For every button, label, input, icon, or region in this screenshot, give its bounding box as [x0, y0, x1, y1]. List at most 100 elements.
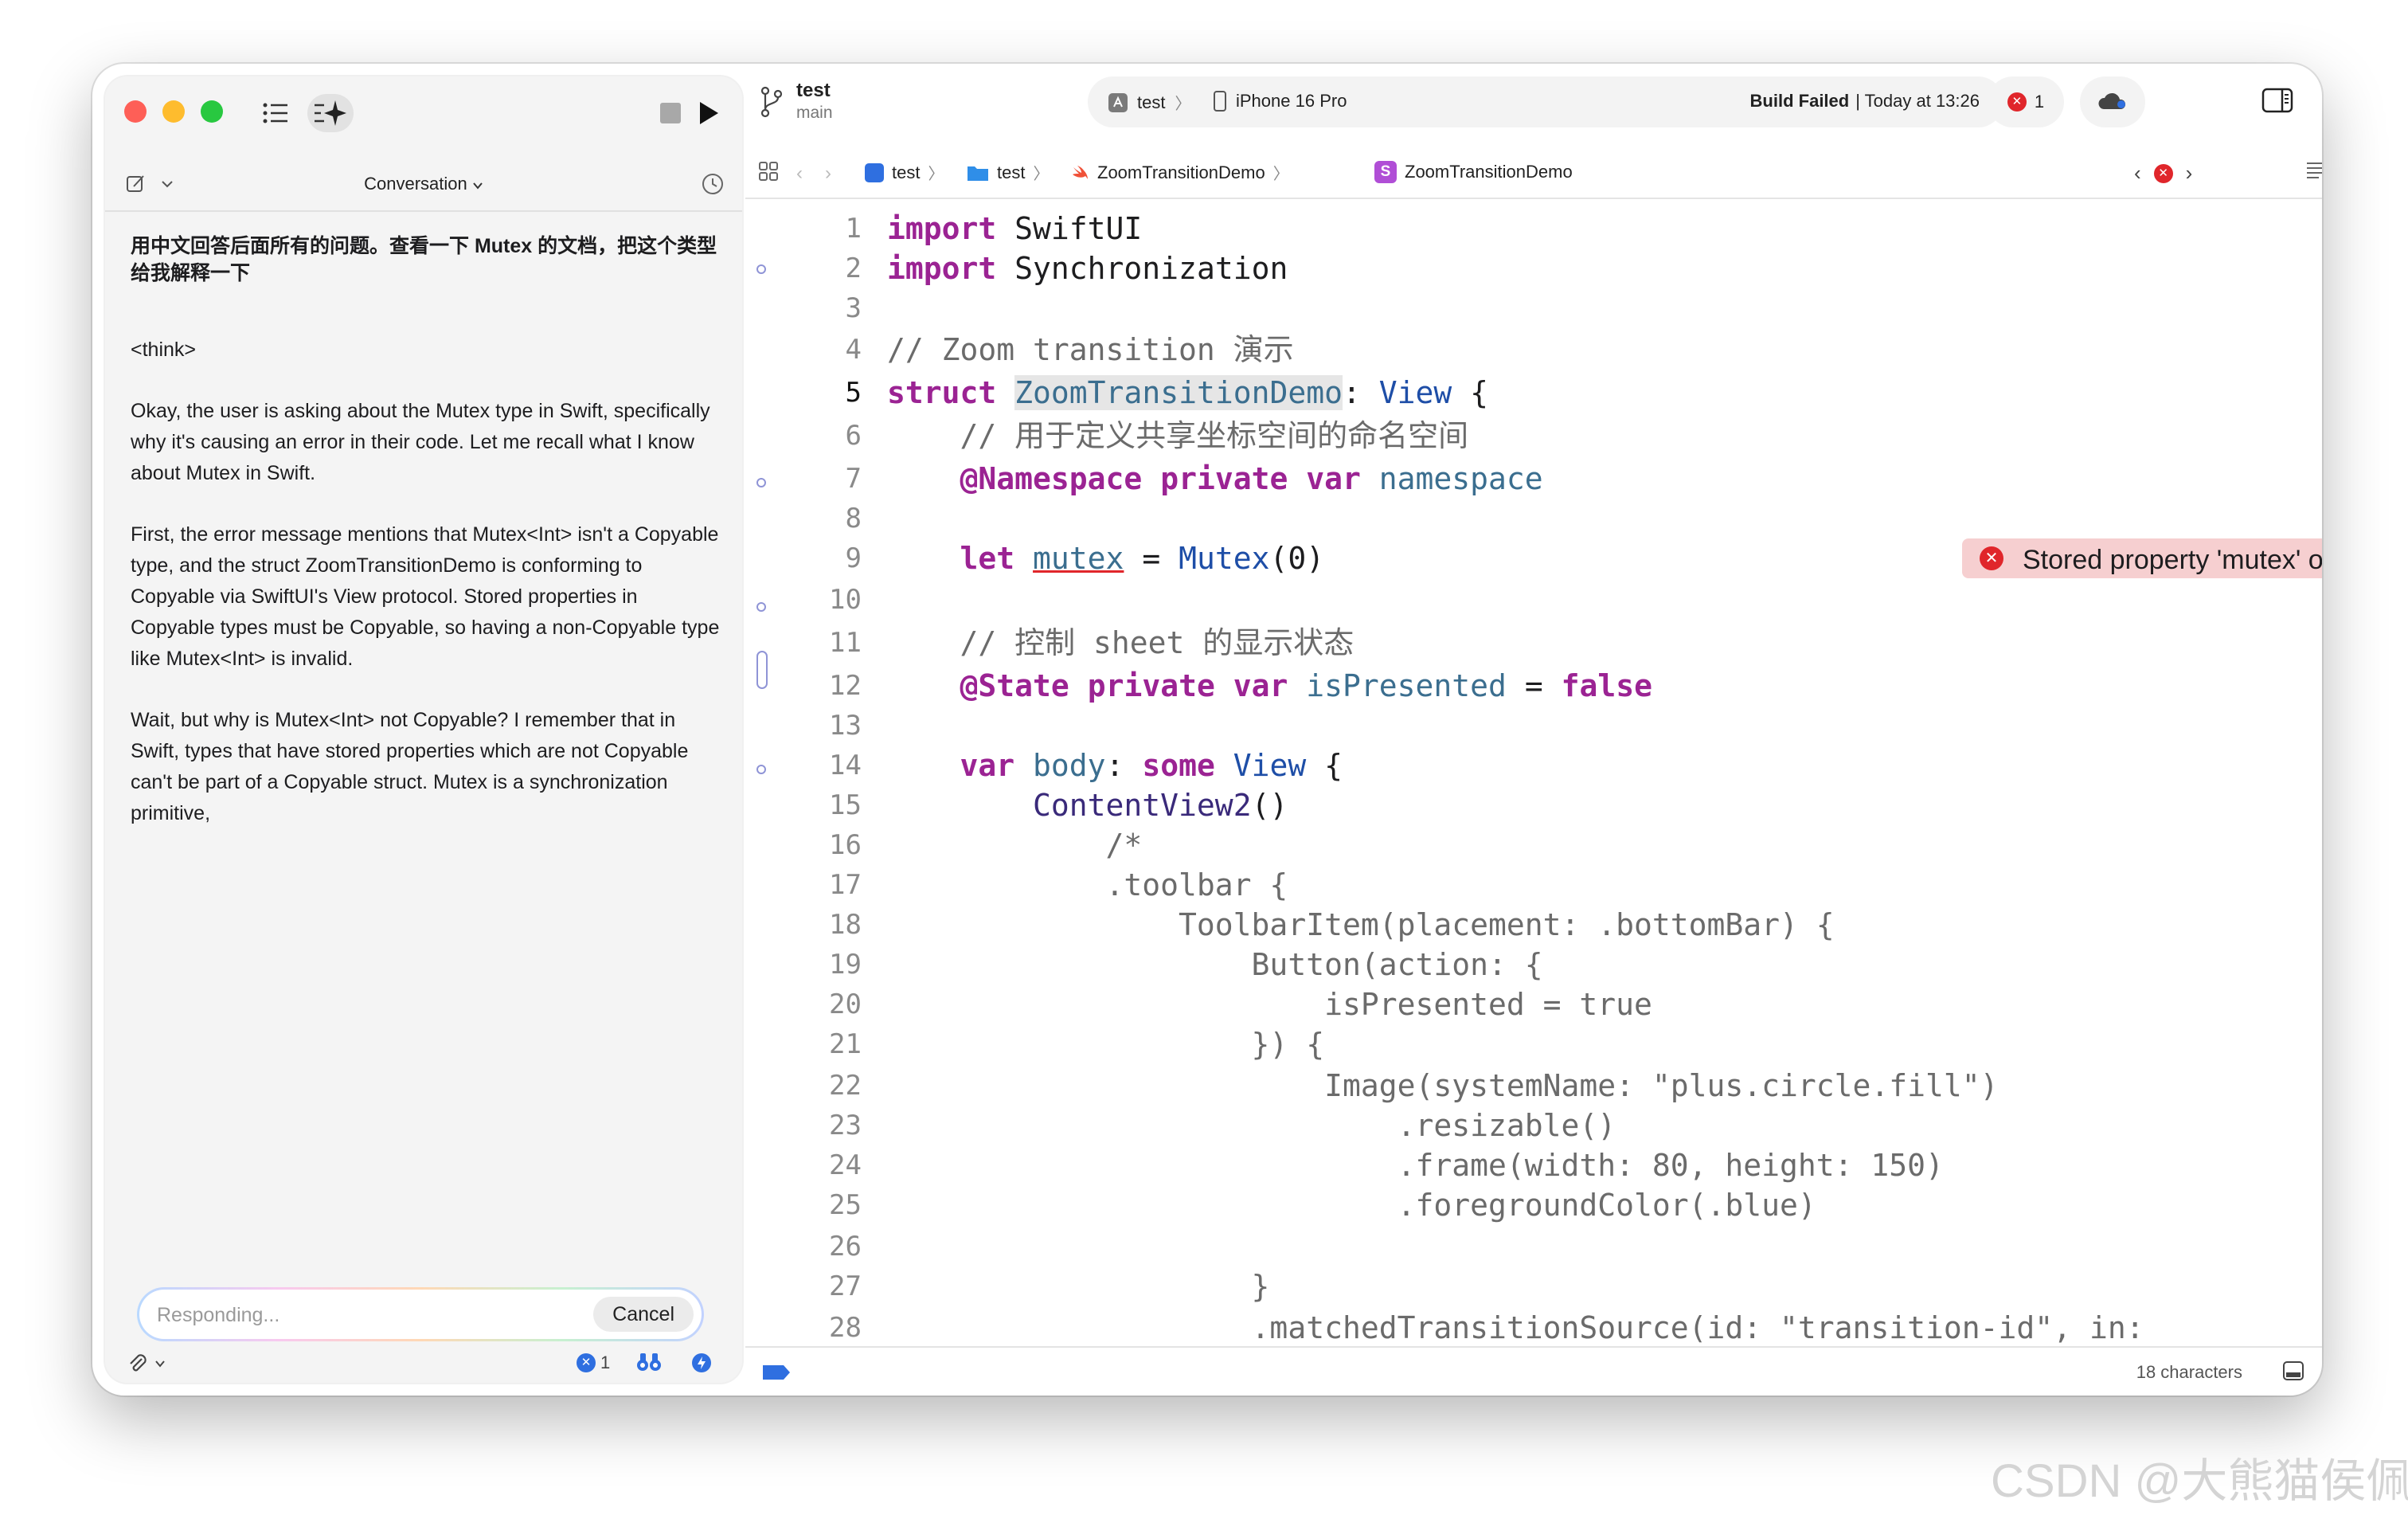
prompt-input[interactable]: Responding... Cancel: [139, 1290, 702, 1339]
code-text: ContentView2(): [1033, 788, 1288, 823]
line-number: 12: [829, 670, 862, 702]
cloud-status-button[interactable]: [2080, 76, 2145, 127]
chevron-right-icon: 〉: [1033, 166, 1050, 183]
stop-button[interactable]: [651, 94, 690, 132]
navigator-list-button[interactable]: [256, 94, 295, 132]
watermark: CSDN @大熊猫侯佩: [1991, 1455, 2408, 1507]
line-number: 11: [829, 627, 862, 659]
paperclip-icon: [130, 1354, 147, 1372]
scheme-selector[interactable]: test 〉: [1108, 91, 1190, 114]
code-text: Image(systemName: "plus.circle.fill"): [887, 1068, 1999, 1103]
code-line: 14 var body: some View {: [745, 746, 2322, 785]
attach-button[interactable]: [126, 1353, 166, 1375]
related-items-button[interactable]: [758, 161, 779, 186]
coding-assistant-panel: Conversation 用中文回答后面所有的问题。查看一下 Mutex 的文档…: [105, 76, 742, 1383]
code-text: var body: some View {: [960, 748, 1343, 783]
code-text: Button(action: {: [887, 947, 1543, 982]
zoom-window-button[interactable]: [201, 100, 223, 123]
conversation-label: Conversation: [364, 174, 467, 194]
struct-icon: S: [1374, 161, 1397, 183]
editor-options-button[interactable]: [2306, 161, 2322, 184]
line-number: 18: [829, 909, 862, 941]
grid-icon: [759, 162, 778, 181]
line-number: 2: [845, 252, 862, 284]
toggle-debug-area-button[interactable]: [2282, 1360, 2304, 1385]
next-issue-button[interactable]: ›: [2186, 161, 2193, 186]
source-editor[interactable]: 1 import SwiftUI 2 import Synchronization …: [745, 201, 2322, 1346]
branch-icon: [760, 86, 783, 118]
line-number: 14: [829, 750, 862, 781]
stop-icon: [660, 103, 681, 123]
previous-issue-button[interactable]: ‹: [2134, 161, 2141, 186]
conversation-header: Conversation: [105, 156, 742, 212]
breadcrumb-project[interactable]: test 〉: [865, 161, 944, 184]
chevron-down-icon: [473, 182, 483, 190]
line-number: 23: [829, 1110, 862, 1141]
response-paragraph: First, the error message mentions that M…: [131, 523, 720, 670]
code-line: 6 // 用于定义共享坐标空间的命名空间: [745, 416, 2322, 456]
line-number: 27: [829, 1270, 862, 1302]
build-status-label: Build Failed: [1749, 91, 1850, 111]
code-text: .foregroundColor(.blue): [887, 1188, 1816, 1223]
editor-status-bar: 18 characters: [745, 1346, 2322, 1396]
build-error-count: 1: [2034, 92, 2045, 112]
clock-icon: [702, 174, 723, 194]
line-number: 20: [829, 988, 862, 1020]
scheme-name: test: [1137, 92, 1166, 112]
line-number: 21: [829, 1028, 862, 1060]
code-text: let mutex = Mutex(0): [960, 541, 1325, 576]
breadcrumb-symbol[interactable]: S ZoomTransitionDemo: [1374, 161, 1573, 183]
code-line: 26: [745, 1227, 2322, 1266]
breadcrumb-folder[interactable]: test 〉: [967, 161, 1049, 184]
debug-area-tab[interactable]: [761, 1364, 792, 1385]
line-number: 17: [829, 869, 862, 901]
project-icon: [865, 162, 884, 182]
source-control-button[interactable]: [760, 86, 784, 122]
prompt-placeholder: Responding...: [157, 1304, 280, 1326]
conversation-menu[interactable]: Conversation: [105, 174, 742, 194]
code-line: 20 isPresented = true: [745, 985, 2322, 1024]
model-button[interactable]: [691, 1353, 712, 1377]
device-name: iPhone 16 Pro: [1236, 91, 1347, 111]
breadcrumb-file[interactable]: ZoomTransitionDemo 〉: [1070, 161, 1289, 184]
code-text: .resizable(): [887, 1108, 1616, 1143]
build-errors-button[interactable]: ✕ 1: [1988, 76, 2064, 127]
sidebar-right-icon: [2261, 88, 2293, 113]
device-selector[interactable]: iPhone 16 Pro: [1214, 91, 1347, 112]
breadcrumb-label: ZoomTransitionDemo: [1097, 162, 1265, 182]
tag-icon: [763, 1365, 790, 1380]
chat-transcript: 用中文回答后面所有的问题。查看一下 Mutex 的文档，把这个类型给我解释一下 …: [131, 233, 720, 859]
error-message: Stored property 'mutex' of 'Copyable'-co…: [2023, 545, 2322, 575]
project-name: test: [796, 80, 831, 101]
line-number: 10: [829, 584, 862, 616]
code-text: import Synchronization: [887, 251, 1288, 286]
panel-bottom-icon: [2283, 1361, 2304, 1380]
forward-button[interactable]: ›: [825, 162, 831, 185]
search-docs-button[interactable]: [635, 1351, 663, 1377]
chevron-left-icon: ‹: [796, 162, 803, 184]
assistant-button[interactable]: [307, 94, 354, 132]
code-line: 4 // Zoom transition 演示: [745, 330, 2322, 370]
history-button[interactable]: [701, 172, 725, 200]
build-status-time: | Today at 13:26: [1855, 91, 1980, 111]
code-line: 2 import Synchronization: [745, 249, 2322, 288]
toggle-inspector-button[interactable]: [2261, 88, 2293, 117]
close-window-button[interactable]: [124, 100, 147, 123]
run-button[interactable]: [690, 94, 728, 132]
back-button[interactable]: ‹: [796, 162, 803, 185]
code-line-error: 9 let mutex = Mutex(0) ✕ Stored property…: [745, 538, 2322, 578]
prompt-toolbar: ✕ 1: [105, 1351, 742, 1383]
response-paragraph: <think>: [131, 339, 197, 361]
code-line: 12 @State private var isPresented = fals…: [745, 666, 2322, 706]
issues-button[interactable]: ✕ 1: [577, 1353, 610, 1373]
minimize-window-button[interactable]: [162, 100, 185, 123]
branch-name: main: [796, 104, 833, 122]
cancel-button[interactable]: Cancel: [593, 1297, 694, 1332]
folder-icon: [968, 166, 988, 181]
sparkle-icon: [315, 100, 346, 126]
line-number: 24: [829, 1149, 862, 1181]
error-annotation[interactable]: ✕ Stored property 'mutex' of 'Copyable'-…: [1962, 538, 2322, 578]
code-line: 18 ToolbarItem(placement: .bottomBar) {: [745, 905, 2322, 945]
chevron-down-icon: [155, 1360, 165, 1368]
code-line: 10: [745, 580, 2322, 620]
